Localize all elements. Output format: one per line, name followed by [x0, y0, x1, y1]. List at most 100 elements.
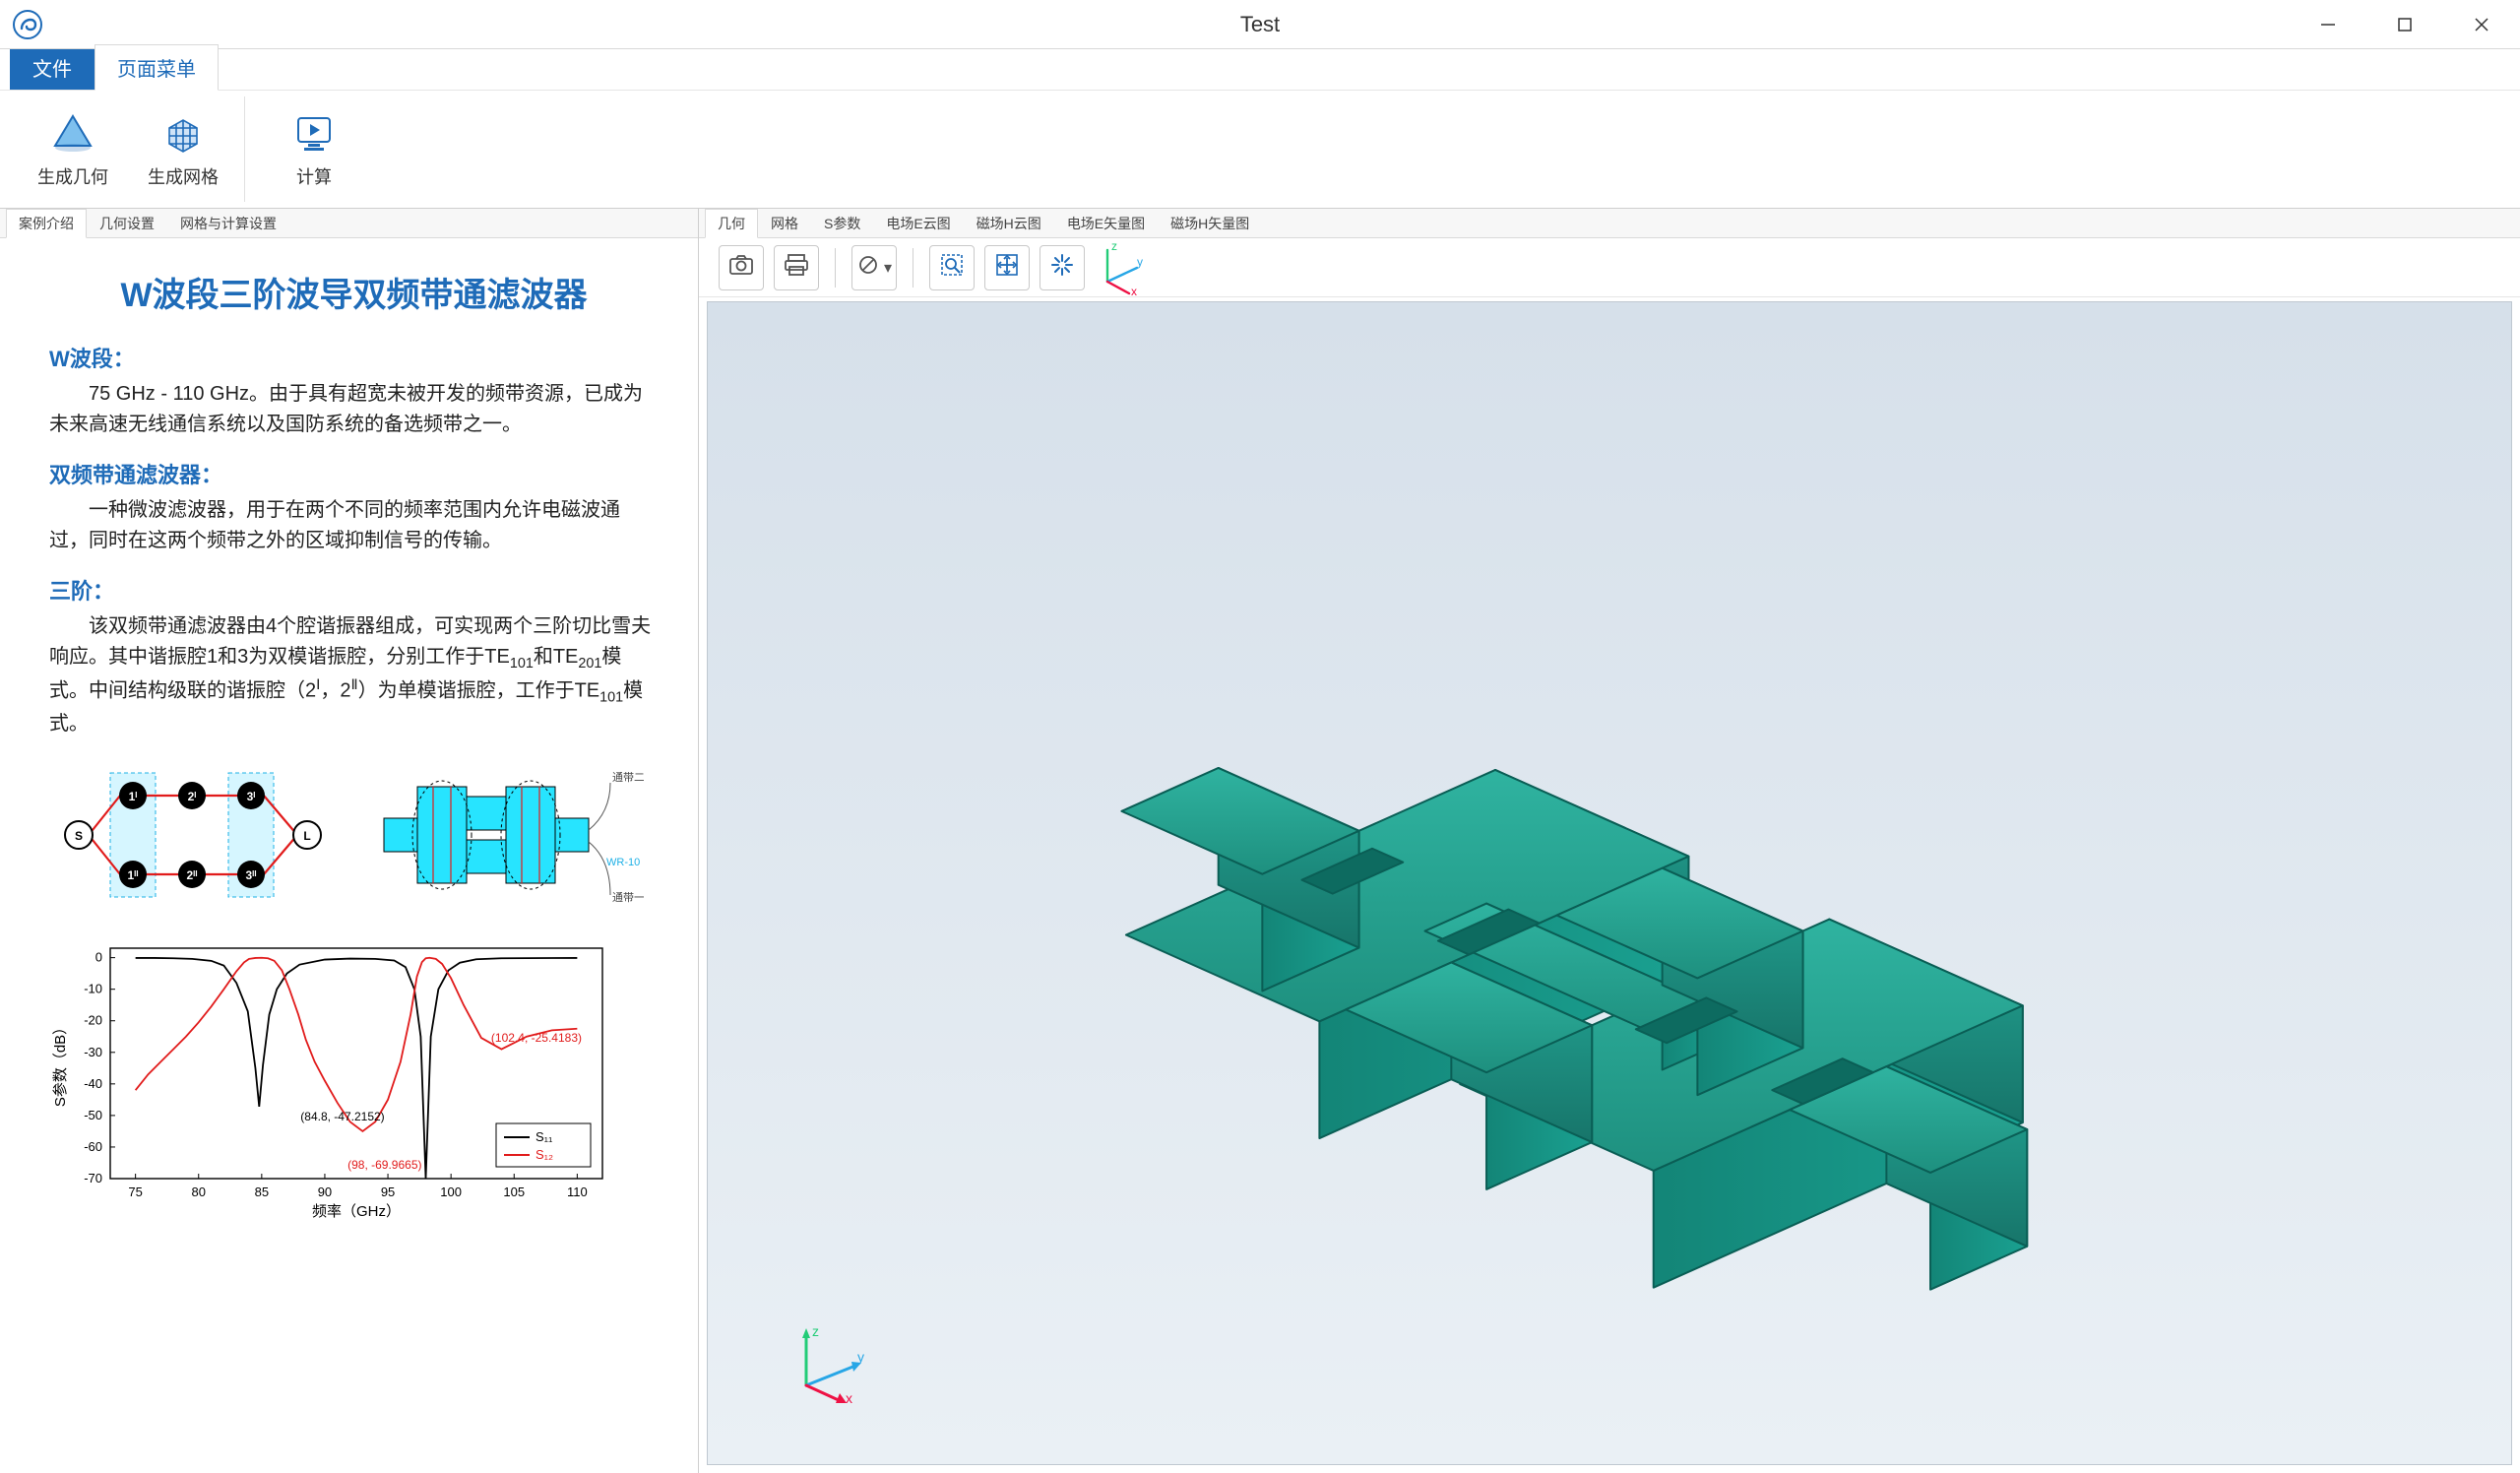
zoom-area-icon: [939, 252, 965, 283]
svg-text:-70: -70: [84, 1171, 102, 1185]
svg-text:(102.4, -25.4183): (102.4, -25.4183): [491, 1031, 582, 1045]
ribbon-group-run: 计算: [253, 96, 375, 202]
tab-geometry-settings[interactable]: 几何设置: [87, 209, 167, 237]
camera-icon: [728, 252, 754, 283]
svg-text:-20: -20: [84, 1013, 102, 1028]
svg-text:1ᴵ: 1ᴵ: [129, 790, 138, 803]
axis-gizmo: z y x: [787, 1316, 875, 1405]
svg-text:通带一: 通带一: [612, 891, 644, 904]
svg-text:0: 0: [95, 950, 102, 965]
article-title: W波段三阶波导双频带通滤波器: [49, 268, 659, 316]
axis-triad-icon: z y x: [1088, 238, 1147, 297]
tab-mesh-calc-settings[interactable]: 网格与计算设置: [167, 209, 289, 237]
heading-dualband: 双频带通滤波器：: [49, 458, 659, 489]
svg-text:3ᴵᴵ: 3ᴵᴵ: [245, 868, 256, 882]
view-toolbar: ▾ z y x: [699, 238, 2520, 297]
viewport-3d[interactable]: z y x: [707, 301, 2512, 1465]
window-title: Test: [1240, 12, 1280, 37]
tab-mesh[interactable]: 网格: [758, 209, 811, 237]
svg-text:95: 95: [381, 1185, 395, 1199]
svg-text:(98, -69.9665): (98, -69.9665): [347, 1158, 421, 1172]
paragraph-order: 该双频带通滤波器由4个腔谐振器组成，可实现两个三阶切比雪夫响应。其中谐振腔1和3…: [49, 611, 659, 739]
svg-text:100: 100: [440, 1185, 462, 1199]
window-controls: [2290, 0, 2520, 48]
svg-text:3ᴵ: 3ᴵ: [247, 790, 256, 803]
svg-text:频率（GHz）: 频率（GHz）: [312, 1203, 401, 1220]
light-button[interactable]: [1040, 245, 1085, 290]
generate-mesh-label: 生成网格: [148, 163, 219, 189]
svg-text:90: 90: [318, 1185, 332, 1199]
axis-orientation-button[interactable]: zyx: [1095, 245, 1140, 290]
ribbon-group-build: 生成几何 生成网格: [12, 96, 245, 202]
svg-text:S₁₁: S₁₁: [536, 1129, 553, 1144]
options-button[interactable]: ▾: [851, 245, 897, 290]
svg-text:2ᴵᴵ: 2ᴵᴵ: [186, 868, 197, 882]
heading-wband: W波段：: [49, 342, 659, 373]
svg-text:-30: -30: [84, 1045, 102, 1059]
fit-view-button[interactable]: [984, 245, 1030, 290]
mesh-icon: [159, 110, 207, 158]
svg-text:S₁₂: S₁₂: [536, 1147, 553, 1162]
svg-text:S: S: [75, 829, 83, 843]
ribbon: 生成几何 生成网格 计算: [0, 91, 2520, 209]
tab-hfield-vector[interactable]: 磁场H矢量图: [1158, 209, 1262, 237]
article: W波段三阶波导双频带通滤波器 W波段： 75 GHz - 110 GHz。由于具…: [0, 238, 698, 1473]
compute-button[interactable]: 计算: [265, 100, 363, 198]
generate-mesh-button[interactable]: 生成网格: [134, 100, 232, 198]
figure-row: S L 1ᴵ 2ᴵ 3ᴵ 1ᴵᴵ 2ᴵᴵ 3ᴵᴵ: [49, 761, 659, 909]
paragraph-dualband: 一种微波滤波器，用于在两个不同的频率范围内允许电磁波通过，同时在这两个频带之外的…: [49, 495, 659, 556]
svg-text:S参数（dB）: S参数（dB）: [52, 1020, 69, 1107]
chevron-down-icon: ▾: [884, 258, 892, 278]
menu-tabs: 文件 页面菜单: [0, 49, 2520, 91]
paragraph-wband: 75 GHz - 110 GHz。由于具有超宽未被开发的频带资源，已成为未来高速…: [49, 379, 659, 440]
tab-efield-vector[interactable]: 电场E矢量图: [1054, 209, 1158, 237]
app-icon: [12, 9, 43, 40]
generate-geometry-button[interactable]: 生成几何: [24, 100, 122, 198]
svg-text:z: z: [1111, 239, 1117, 253]
figure-plan-view: 通带二 WR-10 通带一: [378, 761, 644, 909]
svg-text:通带二: 通带二: [612, 771, 644, 784]
generate-geometry-label: 生成几何: [37, 163, 108, 189]
tab-hfield-cloud[interactable]: 磁场H云图: [964, 209, 1054, 237]
tab-geometry[interactable]: 几何: [705, 209, 758, 238]
tab-sparam[interactable]: S参数: [811, 209, 873, 237]
title-bar: Test: [0, 0, 2520, 49]
svg-text:y: y: [1137, 255, 1143, 269]
svg-text:1ᴵᴵ: 1ᴵᴵ: [127, 868, 138, 882]
svg-text:WR-10: WR-10: [606, 857, 640, 868]
svg-text:2ᴵ: 2ᴵ: [188, 790, 197, 803]
svg-text:80: 80: [192, 1185, 206, 1199]
fit-view-icon: [994, 252, 1020, 283]
maximize-button[interactable]: [2366, 0, 2443, 49]
svg-text:L: L: [303, 829, 310, 843]
left-tabstrip: 案例介绍 几何设置 网格与计算设置: [0, 209, 698, 238]
tab-efield-cloud[interactable]: 电场E云图: [873, 209, 963, 237]
right-tabstrip: 几何 网格 S参数 电场E云图 磁场H云图 电场E矢量图 磁场H矢量图: [699, 209, 2520, 238]
menu-page[interactable]: 页面菜单: [94, 44, 219, 91]
heading-order: 三阶：: [49, 574, 659, 606]
minimize-button[interactable]: [2290, 0, 2366, 49]
svg-text:(84.8, -47.2152): (84.8, -47.2152): [300, 1110, 384, 1123]
zoom-area-button[interactable]: [929, 245, 975, 290]
play-icon: [290, 110, 338, 158]
svg-text:x: x: [1131, 285, 1137, 297]
print-button[interactable]: [774, 245, 819, 290]
compute-label: 计算: [296, 163, 332, 189]
tab-intro[interactable]: 案例介绍: [6, 209, 87, 238]
printer-icon: [784, 252, 809, 283]
close-button[interactable]: [2443, 0, 2520, 49]
svg-text:y: y: [857, 1349, 864, 1365]
svg-text:-10: -10: [84, 982, 102, 996]
workspace: 案例介绍 几何设置 网格与计算设置 W波段三阶波导双频带通滤波器 W波段： 75…: [0, 209, 2520, 1473]
menu-file[interactable]: 文件: [10, 44, 94, 90]
svg-text:z: z: [812, 1323, 819, 1339]
svg-text:105: 105: [503, 1185, 525, 1199]
geometry-icon: [49, 110, 96, 158]
svg-text:x: x: [846, 1390, 852, 1405]
spark-icon: [1049, 252, 1075, 283]
figure-coupling-network: S L 1ᴵ 2ᴵ 3ᴵ 1ᴵᴵ 2ᴵᴵ 3ᴵᴵ: [49, 761, 354, 909]
svg-text:85: 85: [255, 1185, 269, 1199]
screenshot-button[interactable]: [719, 245, 764, 290]
slash-circle-icon: [856, 252, 882, 283]
model-3d: [871, 440, 2348, 1326]
